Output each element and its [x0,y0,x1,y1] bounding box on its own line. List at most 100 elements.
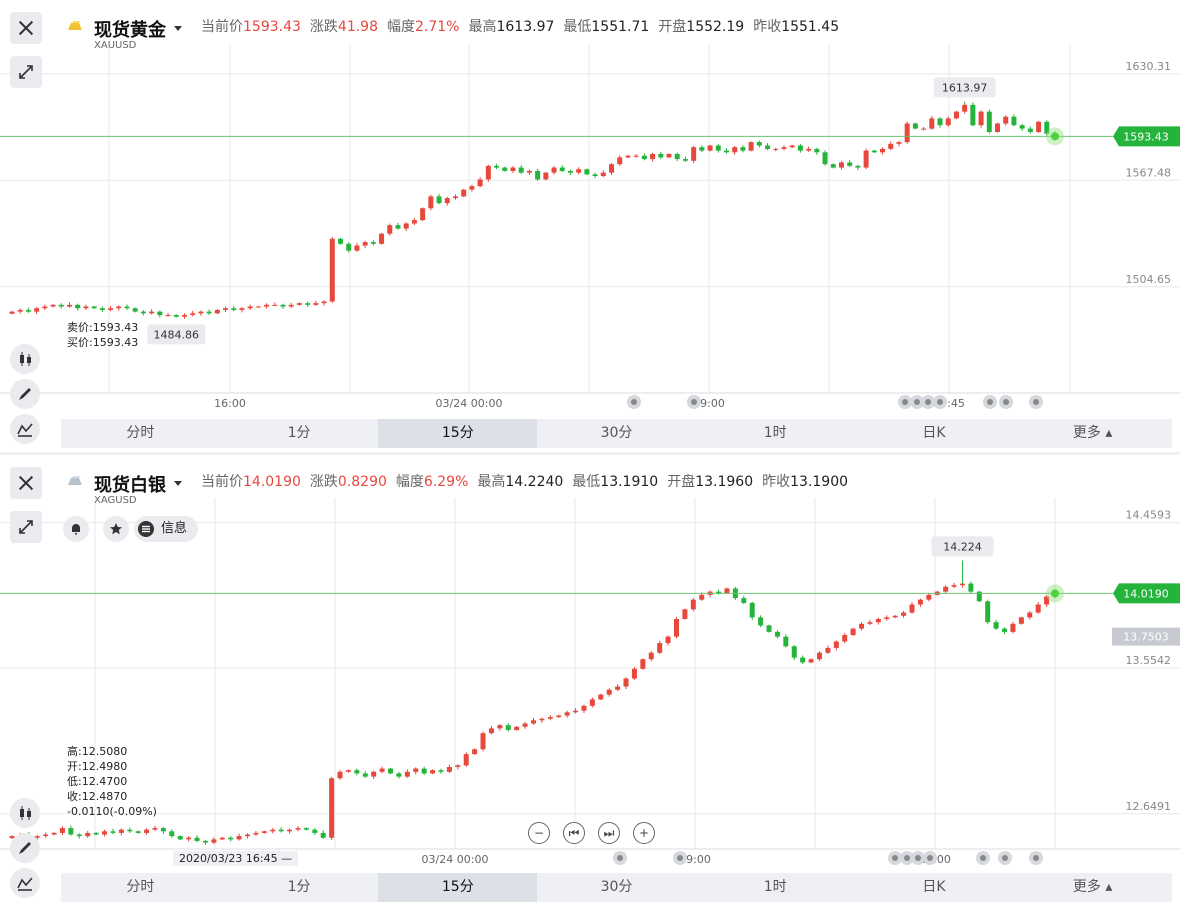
candle-body [354,245,360,251]
chevron-down-icon[interactable] [174,481,182,486]
candle-body [239,308,245,310]
symbol-code: XAGUSD [94,495,137,506]
tab-2[interactable]: 15分 [378,419,538,448]
quote-value: 1552.19 [686,19,745,35]
gold-panel: 1630.31 1567.48 1504.65 16:00 03/24 00:00 09:… [0,0,1180,452]
candle-body [497,725,503,729]
draw-pen-icon[interactable] [10,833,40,863]
tab-1[interactable]: 1分 [220,873,379,902]
candle-body [584,169,590,175]
candle-body [791,646,797,658]
quote-value: 13.1900 [790,474,849,490]
draw-pen-icon[interactable] [10,379,40,409]
candle-body [135,831,141,833]
close-icon[interactable] [10,12,42,44]
candle-body [76,834,82,837]
candle-body [379,768,385,772]
quote-2: 幅度6.29% [396,474,468,490]
candle-body [888,143,894,149]
expand-icon[interactable] [10,511,42,543]
info-button[interactable]: 信息 [134,516,198,542]
tab-6[interactable]: 更多 ▴ [1013,419,1172,448]
candle-body [173,315,179,317]
expand-icon[interactable] [10,56,42,88]
candle-body [461,189,467,197]
candle-body [740,147,746,151]
candle-type-icon[interactable] [10,344,40,374]
tab-3[interactable]: 30分 [537,873,696,902]
zoom-out-icon[interactable]: − [528,822,550,844]
symbol-name[interactable]: 现货白银 [94,471,166,497]
indicator-icon[interactable] [10,868,40,898]
candle-body [480,733,486,750]
candle-body [847,162,853,166]
tab-5[interactable]: 日K [855,873,1014,902]
candle-type-icon[interactable] [10,798,40,828]
tab-6[interactable]: 更多 ▴ [1013,873,1172,902]
tab-4[interactable]: 1时 [696,873,855,902]
symbol-name[interactable]: 现货黄金 [94,16,166,42]
tab-4[interactable]: 1时 [696,419,855,448]
quote-value: 14.0190 [243,474,301,490]
candle-body [774,631,780,637]
y-tick-label: 1504.65 [1126,273,1172,286]
candle-body [270,829,276,832]
current-level-label: 13.7503 [1123,631,1169,644]
last-price-label: 1593.43 [1123,130,1169,143]
quote-label: 昨收 [762,474,791,490]
chevron-down-icon[interactable] [174,26,182,31]
star-icon[interactable] [103,516,129,542]
candle-body [1036,121,1042,132]
candle-body [514,726,520,730]
candle-body [880,148,886,153]
candle-body [808,659,814,663]
quote-4: 最低1551.71 [563,19,649,35]
interval-tabs: 分时 1分 15分 30分 1时 日K 更多 ▴ [61,873,1172,902]
candle-body [287,829,293,832]
quote-2: 幅度2.71% [387,19,459,35]
candle-body [816,652,822,660]
candle-body [633,155,639,157]
event-marker-dot [1033,855,1039,861]
candle-body [547,717,553,719]
candle-body [42,306,48,309]
candle-body [303,828,309,830]
candle-body [773,148,779,150]
candle-body [968,583,974,592]
candle-body [469,186,475,190]
tab-0[interactable]: 分时 [61,873,220,902]
tab-2[interactable]: 15分 [378,873,538,902]
candle-body [477,179,483,187]
candle-body [438,770,444,772]
quote-value: 0.8290 [337,474,387,490]
candle-body [140,311,146,314]
candle-body [245,834,251,837]
quote-value: 6.29% [423,474,469,490]
zoom-in-icon[interactable]: + [633,822,655,844]
y-tick-label: 1630.31 [1126,60,1172,73]
tab-5[interactable]: 日K [855,419,1014,448]
candle-body [641,155,647,160]
bell-icon[interactable] [63,516,89,542]
candle-body [806,148,812,151]
candle-body [640,659,646,669]
jump-start-icon[interactable]: ⏮ [563,822,585,844]
tab-0[interactable]: 分时 [61,419,220,448]
candle-body [929,118,935,129]
tab-1[interactable]: 1分 [220,419,379,448]
tab-3[interactable]: 30分 [537,419,696,448]
candle-body [665,636,671,644]
indicator-icon[interactable] [10,414,40,444]
high-label: 14.224 [943,540,982,553]
jump-end-icon[interactable]: ⏭ [598,822,620,844]
ohlc-low: 低:12.4700 [67,775,128,788]
gold-chart[interactable]: 1630.311567.481504.6516:00 03/24 00:00 09:… [0,0,1180,415]
candle-body [838,162,844,168]
candle-body [34,308,40,312]
candle-body [850,628,856,636]
candle-body [748,142,754,151]
close-icon[interactable] [10,467,42,499]
candle-body [589,699,595,706]
candle-body [732,147,738,153]
x-tick-label: 03/24 00:00 [422,853,489,866]
